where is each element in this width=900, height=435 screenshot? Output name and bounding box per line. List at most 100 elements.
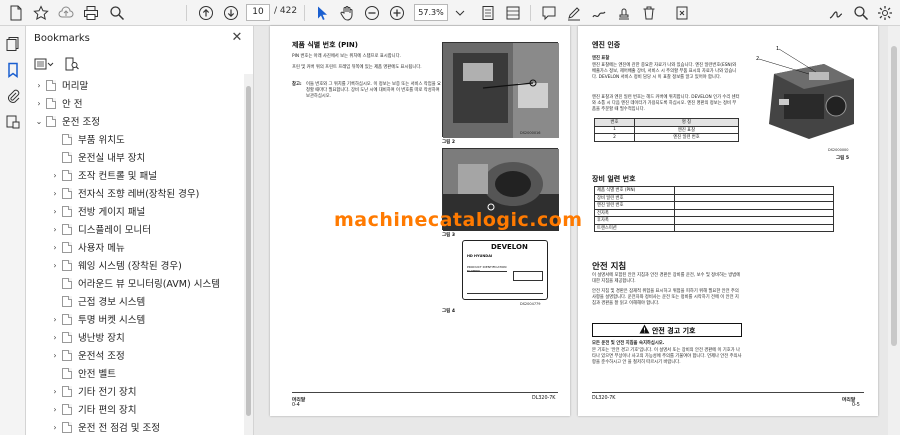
bookmark-item[interactable]: › 웨잉 시스템 (장착된 경우)	[26, 256, 240, 274]
bookmark-page-icon	[62, 151, 72, 163]
new-file-icon[interactable]	[6, 3, 26, 23]
callout-2: 2	[756, 56, 759, 62]
scrollbar-thumb[interactable]	[246, 86, 251, 416]
draw-icon[interactable]	[589, 3, 609, 23]
table-cell-empty[interactable]	[674, 201, 834, 210]
bookmark-item[interactable]: 안전 벨트	[26, 364, 240, 382]
layers-lock-icon[interactable]	[3, 112, 23, 132]
bookmark-item[interactable]: 어라운드 뷰 모니터링(AVM) 시스템	[26, 274, 240, 292]
safety-alert-title: 안전 경고 기호	[651, 327, 696, 335]
highlight-pen-icon[interactable]	[564, 3, 584, 23]
bookmark-item[interactable]: › 머리말	[26, 76, 240, 94]
bookmark-label: 조작 컨트롤 및 패널	[78, 171, 157, 182]
chevron-right-icon[interactable]: ›	[50, 333, 60, 342]
top-toolbar: 10 / 422 57.3%	[0, 0, 900, 26]
bookmark-item[interactable]: › 운전석 조정	[26, 346, 240, 364]
chevron-right-icon[interactable]: ›	[34, 81, 44, 90]
chevron-right-icon[interactable]: ›	[50, 423, 60, 432]
document-page-right: 엔진 인증 엔진 표찰 엔진 표찰에는 엔진에 관한 중요한 자료가 나와 있습…	[578, 26, 878, 416]
bookmark-item[interactable]: 부품 위치도	[26, 130, 240, 148]
page-heading: 제품 식별 번호 (PIN)	[292, 41, 358, 49]
document-scrollbar[interactable]	[888, 26, 900, 435]
chevron-down-icon[interactable]: ⌄	[34, 117, 44, 126]
bookmark-page-icon	[62, 385, 72, 397]
bookmarks-icon[interactable]	[3, 60, 23, 80]
bookmark-item[interactable]: › 기타 편의 장치	[26, 400, 240, 418]
chevron-right-icon[interactable]: ›	[50, 387, 60, 396]
find-bookmark-icon[interactable]	[62, 54, 82, 74]
bookmark-item[interactable]: 운전실 내부 장치	[26, 148, 240, 166]
cloud-upload-icon[interactable]	[56, 3, 76, 23]
page-up-icon[interactable]	[196, 3, 216, 23]
bookmark-item[interactable]: › 조작 컨트롤 및 패널	[26, 166, 240, 184]
table-row: 후자폭	[594, 216, 834, 225]
chevron-right-icon[interactable]: ›	[50, 261, 60, 270]
close-icon[interactable]: ✕	[229, 30, 245, 46]
table-cell-empty[interactable]	[674, 208, 834, 217]
bookmark-item[interactable]: › 전자식 조향 레버(장착된 경우)	[26, 184, 240, 202]
chevron-right-icon[interactable]: ›	[50, 171, 60, 180]
bookmark-star-icon[interactable]	[31, 3, 51, 23]
chevron-right-icon[interactable]: ›	[50, 225, 60, 234]
bookmark-item[interactable]: › 전방 게이지 패널	[26, 202, 240, 220]
table-cell-empty[interactable]	[674, 186, 834, 195]
sign-icon[interactable]	[826, 3, 846, 23]
search-icon[interactable]	[107, 3, 127, 23]
fit-page-icon[interactable]	[478, 3, 498, 23]
chevron-right-icon[interactable]: ›	[50, 189, 60, 198]
bookmark-item[interactable]: › 운전 전 점검 및 조정	[26, 418, 240, 435]
stamp-icon[interactable]	[614, 3, 634, 23]
page-number-input[interactable]: 10	[246, 4, 270, 21]
gear-icon[interactable]	[875, 3, 895, 23]
bookmark-item[interactable]: › 안 전	[26, 94, 240, 112]
page-down-icon[interactable]	[221, 3, 241, 23]
table-row: 엔진 일련 번호	[594, 201, 834, 210]
zoom-out-icon[interactable]	[362, 3, 382, 23]
bookmark-options-icon[interactable]	[32, 54, 56, 74]
page-thumbnails-icon[interactable]	[3, 34, 23, 54]
scroll-mode-icon[interactable]	[503, 3, 523, 23]
bookmark-item[interactable]: › 냉난방 장치	[26, 328, 240, 346]
callout-1: 1	[776, 46, 779, 52]
chevron-right-icon[interactable]: ›	[50, 405, 60, 414]
section-heading: 장비 일련 번호	[592, 175, 636, 183]
chevron-right-icon[interactable]: ›	[34, 99, 44, 108]
search-icon[interactable]	[851, 3, 871, 23]
more-tools-icon[interactable]	[672, 3, 692, 23]
zoom-level-select[interactable]: 57.3%	[414, 4, 448, 21]
bookmark-label: 운전 조정	[62, 117, 100, 128]
table-cell-empty[interactable]	[674, 216, 834, 225]
bookmark-item[interactable]: › 사용자 메뉴	[26, 238, 240, 256]
table-header: 명 칭	[634, 118, 739, 127]
attachments-icon[interactable]	[3, 86, 23, 106]
bookmark-item[interactable]: › 디스플레이 모니터	[26, 220, 240, 238]
document-viewport[interactable]: 제품 식별 번호 (PIN) PIN 번호는 아래 사진에서 보는 위치에 스탬…	[254, 26, 900, 435]
note-label: 참고:	[292, 82, 302, 87]
bookmark-item[interactable]: › 투명 버켓 시스템	[26, 310, 240, 328]
footer-page-number: 0-4	[292, 403, 300, 408]
chevron-right-icon[interactable]: ›	[50, 351, 60, 360]
select-cursor-icon[interactable]	[312, 3, 332, 23]
figure-caption: 그림 3	[442, 233, 455, 238]
bookmark-item[interactable]: › 기타 전기 장치	[26, 382, 240, 400]
figure-code: DS2000000	[828, 148, 849, 152]
print-icon[interactable]	[81, 3, 101, 23]
chevron-right-icon[interactable]: ›	[50, 243, 60, 252]
chevron-right-icon[interactable]: ›	[50, 207, 60, 216]
body-text: 프린 및 커버 위의 프린트 프레임 뒤쪽에 있는 제품 명판에도 표시됩니다.	[292, 65, 422, 70]
delete-icon[interactable]	[639, 3, 659, 23]
table-cell-empty[interactable]	[674, 223, 834, 232]
chevron-right-icon[interactable]: ›	[50, 315, 60, 324]
bookmark-label: 근접 경보 시스템	[78, 297, 146, 308]
bookmark-item[interactable]: ⌄ 운전 조정	[26, 112, 240, 130]
comment-icon[interactable]	[539, 3, 559, 23]
bookmark-item[interactable]: 근접 경보 시스템	[26, 292, 240, 310]
product-identification-plate: DEVELON HD HYUNDAI PRODUCT IDENTIFICATIO…	[462, 240, 548, 300]
chevron-down-icon[interactable]	[450, 3, 470, 23]
safety-text: 모든 운전 및 안전 지침을 숙지하십시오.	[592, 341, 665, 346]
bookmarks-scrollbar[interactable]	[244, 74, 253, 435]
hand-tool-icon[interactable]	[337, 3, 357, 23]
scrollbar-thumb[interactable]	[891, 46, 897, 346]
zoom-in-icon[interactable]	[387, 3, 407, 23]
table-cell-empty[interactable]	[674, 193, 834, 202]
